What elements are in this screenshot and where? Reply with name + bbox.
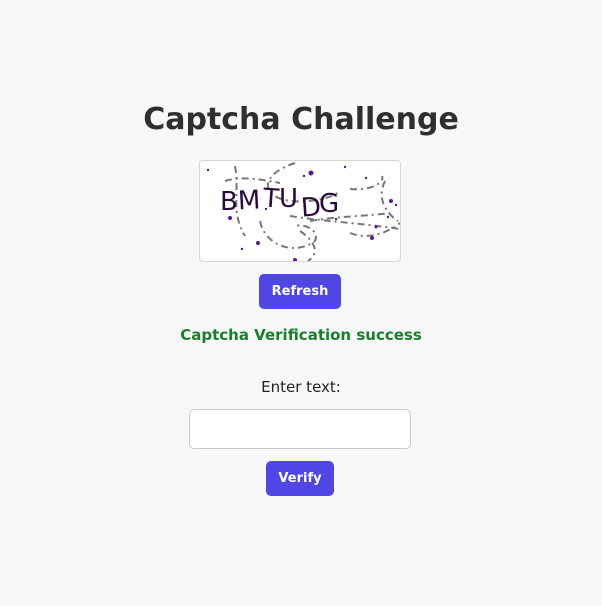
captcha-page: Captcha Challenge B M T U D G Refresh Ca… <box>0 0 602 606</box>
noise-dot <box>256 241 260 245</box>
captcha-image: B M T U D G <box>199 160 401 262</box>
noise-dot <box>374 225 378 229</box>
noise-line <box>259 220 317 250</box>
verify-button[interactable]: Verify <box>266 461 334 496</box>
noise-dot <box>389 199 393 203</box>
status-message: Captcha Verification success <box>180 326 422 344</box>
noise-dot <box>293 258 297 261</box>
captcha-char: G <box>319 189 339 219</box>
noise-dot <box>370 236 374 240</box>
captcha-input[interactable] <box>189 409 411 449</box>
page-title: Captcha Challenge <box>143 102 459 137</box>
noise-dot <box>394 203 398 207</box>
noise-dot <box>302 174 306 178</box>
captcha-char: U <box>279 184 298 214</box>
noise-dot <box>240 247 244 251</box>
noise-dot <box>364 176 368 180</box>
captcha-canvas: B M T U D G <box>206 162 400 261</box>
noise-line <box>224 177 281 184</box>
noise-dot <box>386 215 390 219</box>
noise-dot <box>206 168 210 172</box>
captcha-char: B <box>220 187 238 217</box>
noise-dot <box>343 165 347 169</box>
refresh-button[interactable]: Refresh <box>259 274 341 309</box>
captcha-char: T <box>261 183 280 214</box>
input-label: Enter text: <box>261 378 341 396</box>
noise-dot <box>308 170 314 176</box>
noise-line <box>299 230 316 261</box>
captcha-char: M <box>237 185 261 216</box>
